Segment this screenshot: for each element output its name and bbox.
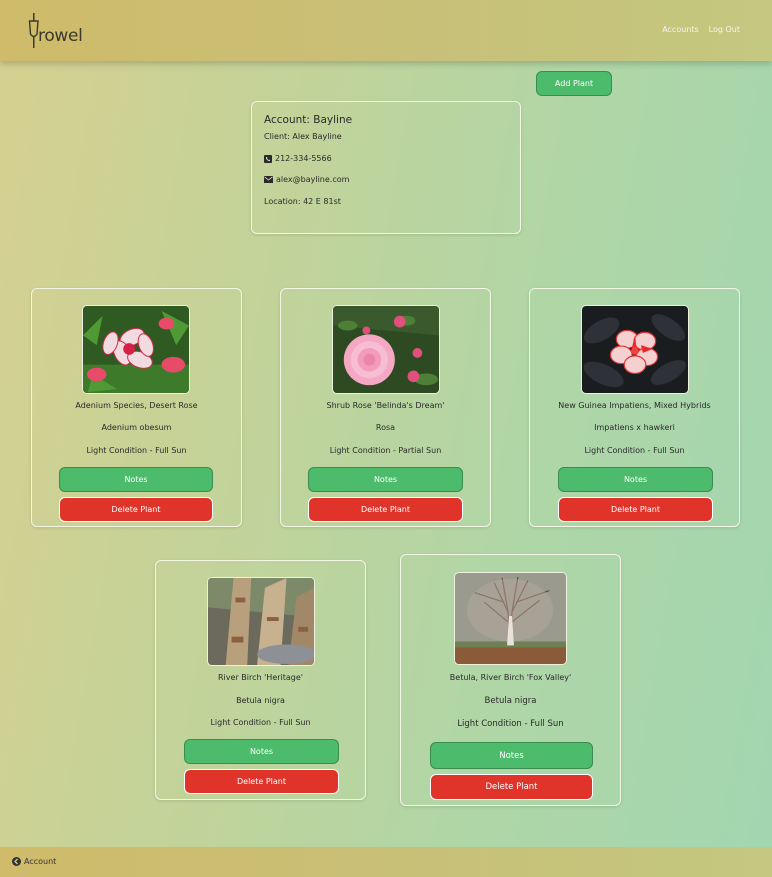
plant-card: Adenium Species, Desert Rose Adenium obe… <box>31 288 242 527</box>
plant-common-name: Adenium Species, Desert Rose <box>75 401 198 410</box>
add-plant-button[interactable]: Add Plant <box>536 71 612 96</box>
plant-image <box>207 577 315 666</box>
plant-common-name: New Guinea Impatiens, Mixed Hybrids <box>558 401 711 410</box>
account-phone: 212-334-5566 <box>275 154 332 163</box>
nav-logout-link[interactable]: Log Out <box>709 25 740 34</box>
phone-icon <box>264 154 272 163</box>
trowel-logo[interactable]: rowel <box>28 12 83 50</box>
plant-light-condition: Light Condition - Full Sun <box>210 718 311 727</box>
account-phone-row: 212-334-5566 <box>264 154 508 163</box>
account-email[interactable]: alex@bayline.com <box>276 175 349 184</box>
birch-bark-photo <box>208 578 314 665</box>
plant-botanical-name: Impatiens x hawkeri <box>594 423 675 432</box>
plant-common-name: River Birch 'Heritage' <box>218 673 303 682</box>
desert-rose-photo <box>83 306 189 393</box>
plant-light-condition: Light Condition - Full Sun <box>457 719 564 729</box>
plant-card: Shrub Rose 'Belinda's Dream' Rosa Light … <box>280 288 491 527</box>
plant-botanical-name: Betula nigra <box>236 696 285 705</box>
plant-botanical-name: Betula nigra <box>484 696 537 706</box>
plant-common-name: Betula, River Birch 'Fox Valley' <box>449 673 572 682</box>
logo-text: rowel <box>38 26 83 46</box>
back-link-label: Account <box>24 857 57 866</box>
plant-card: New Guinea Impatiens, Mixed Hybrids Impa… <box>529 288 740 527</box>
account-client: Client: Alex Bayline <box>264 132 342 141</box>
delete-plant-button[interactable]: Delete Plant <box>308 497 463 522</box>
account-title: Account: Bayline <box>264 114 353 126</box>
plant-light-condition: Light Condition - Partial Sun <box>329 446 442 455</box>
plant-card: River Birch 'Heritage' Betula nigra Ligh… <box>155 560 366 800</box>
plant-image <box>332 305 440 394</box>
pink-rose-photo <box>333 306 439 393</box>
account-location-row: Location: 42 E 81st <box>264 197 508 206</box>
plant-card: Betula, River Birch 'Fox Valley' Betula … <box>400 554 621 806</box>
birch-tree-photo <box>455 573 566 664</box>
notes-button[interactable]: Notes <box>430 742 593 769</box>
delete-plant-button[interactable]: Delete Plant <box>558 497 713 522</box>
envelope-icon <box>264 176 273 183</box>
plant-botanical-name: Rosa <box>375 423 396 432</box>
delete-plant-button[interactable]: Delete Plant <box>430 774 593 800</box>
top-navbar: rowel Accounts Log Out <box>0 0 772 61</box>
notes-button[interactable]: Notes <box>308 467 463 492</box>
plant-image <box>454 572 567 665</box>
account-email-row: alex@bayline.com <box>264 175 508 184</box>
impatiens-photo <box>582 306 688 393</box>
footer: Account <box>0 847 772 877</box>
account-card: Account: Bayline Client: Alex Bayline 21… <box>251 101 521 234</box>
plant-image <box>82 305 190 394</box>
plant-light-condition: Light Condition - Full Sun <box>86 446 187 455</box>
account-client-row: Client: Alex Bayline <box>264 132 508 141</box>
plant-image <box>581 305 689 394</box>
notes-button[interactable]: Notes <box>558 467 713 492</box>
back-to-account-link[interactable]: Account <box>12 857 56 866</box>
plant-common-name: Shrub Rose 'Belinda's Dream' <box>326 401 445 410</box>
plant-botanical-name: Adenium obesum <box>101 423 172 432</box>
delete-plant-button[interactable]: Delete Plant <box>59 497 213 522</box>
notes-button[interactable]: Notes <box>184 739 339 764</box>
delete-plant-button[interactable]: Delete Plant <box>184 769 339 794</box>
nav-links: Accounts Log Out <box>662 25 740 34</box>
plant-light-condition: Light Condition - Full Sun <box>584 446 685 455</box>
nav-accounts-link[interactable]: Accounts <box>662 25 698 34</box>
account-location: Location: 42 E 81st <box>264 197 341 206</box>
notes-button[interactable]: Notes <box>59 467 213 492</box>
arrow-left-circle-icon <box>12 857 21 866</box>
